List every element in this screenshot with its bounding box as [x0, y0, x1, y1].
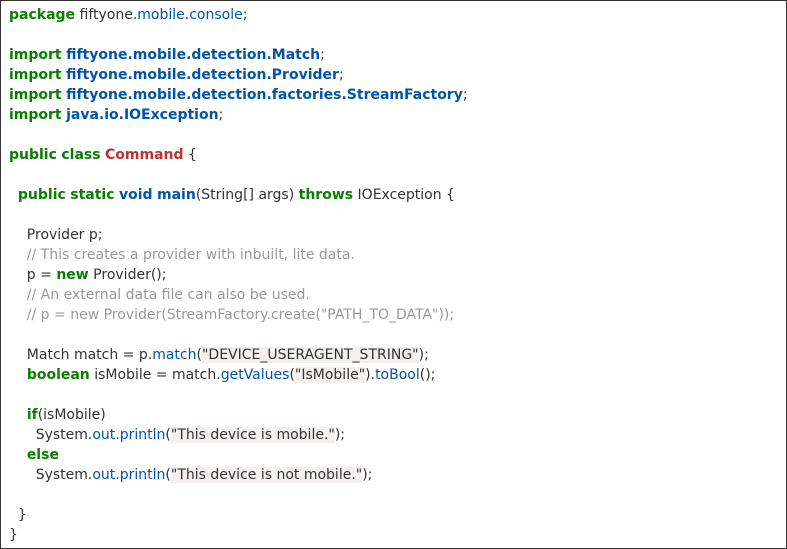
import-match: fiftyone.mobile.detection.Match	[66, 47, 320, 63]
ident-mobile: mobile	[137, 7, 184, 23]
keyword-public: public	[9, 147, 57, 163]
keyword-class: class	[61, 147, 100, 163]
close-brace-outer: }	[9, 527, 18, 543]
keyword-import: import	[9, 87, 62, 103]
classname-command: Command	[105, 147, 184, 163]
method-match: match	[152, 347, 196, 363]
keyword-void: void	[119, 187, 153, 203]
keyword-throws: throws	[299, 187, 353, 203]
string-is-mobile-msg: "This device is mobile."	[171, 427, 335, 443]
java-code-block: package fiftyone.mobile.console; import …	[9, 5, 778, 545]
keyword-static: static	[70, 187, 114, 203]
method-tobool: toBool	[375, 367, 420, 383]
keyword-package: package	[9, 7, 75, 23]
import-provider: fiftyone.mobile.detection.Provider	[66, 67, 339, 83]
keyword-new: new	[56, 267, 88, 283]
ident-out: out	[92, 467, 115, 483]
method-println: println	[120, 467, 166, 483]
keyword-import: import	[9, 67, 62, 83]
keyword-boolean: boolean	[27, 367, 90, 383]
keyword-import: import	[9, 47, 62, 63]
keyword-public: public	[18, 187, 66, 203]
comment-line: // An external data file can also be use…	[9, 287, 310, 303]
comment-line: // p = new Provider(StreamFactory.create…	[9, 307, 454, 323]
import-ioexception: java.io.IOException	[66, 107, 218, 123]
keyword-else: else	[27, 447, 59, 463]
close-brace-inner: }	[9, 507, 27, 523]
method-println: println	[120, 427, 166, 443]
method-main: main	[157, 187, 196, 203]
ident-out: out	[92, 427, 115, 443]
provider-declaration: Provider p;	[9, 227, 103, 243]
keyword-if: if	[27, 407, 38, 423]
string-useragent: "DEVICE_USERAGENT_STRING"	[202, 347, 419, 363]
keyword-import: import	[9, 107, 62, 123]
import-streamfactory: fiftyone.mobile.detection.factories.Stre…	[66, 87, 463, 103]
string-not-mobile-msg: "This device is not mobile."	[171, 467, 362, 483]
string-ismobile: "IsMobile"	[295, 367, 365, 383]
ident-console: console	[189, 7, 243, 23]
method-getvalues: getValues	[221, 367, 290, 383]
comment-line: // This creates a provider with inbuilt,…	[9, 247, 355, 263]
